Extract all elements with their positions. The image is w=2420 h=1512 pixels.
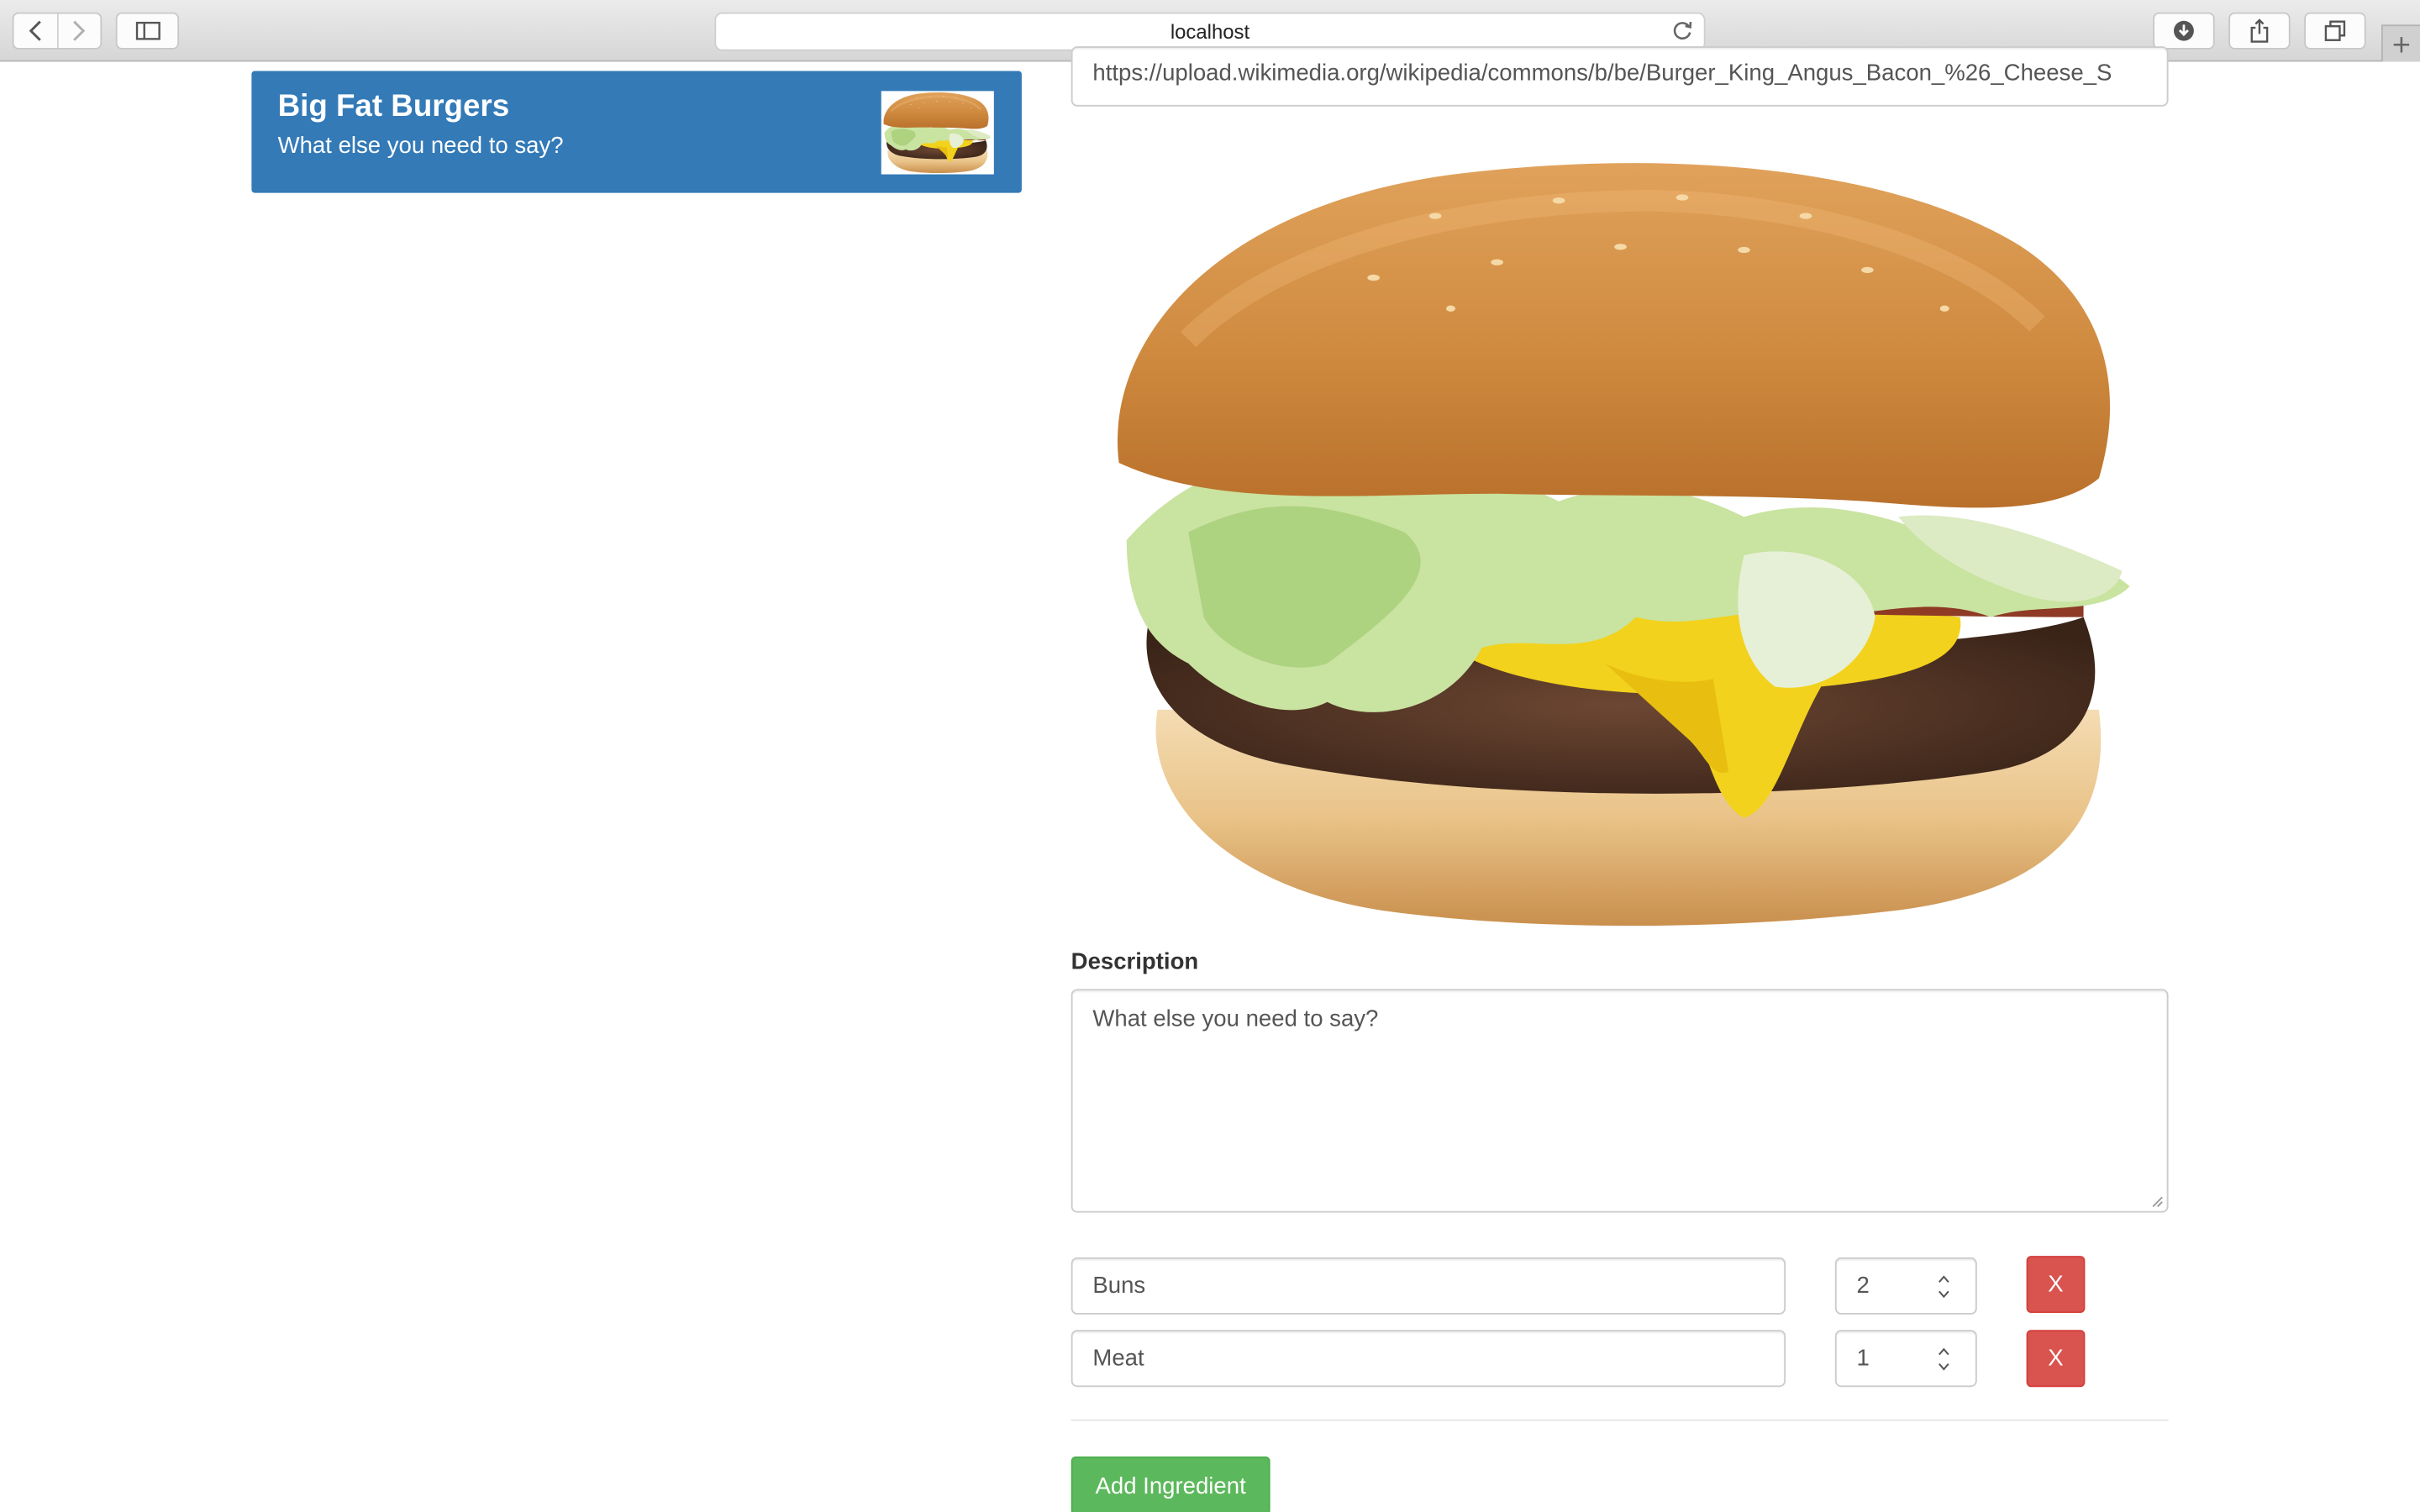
reload-icon[interactable] xyxy=(1670,18,1694,43)
forward-button[interactable] xyxy=(56,13,100,48)
ingredient-name-input[interactable]: Meat xyxy=(1071,1330,1786,1388)
address-text: localhost xyxy=(1170,19,1250,44)
remove-ingredient-button[interactable]: X xyxy=(2026,1330,2086,1388)
ingredient-amount-input[interactable]: 1 xyxy=(1834,1330,1977,1388)
number-spinner-icon[interactable] xyxy=(1937,1273,1951,1300)
recipe-list-item[interactable]: Big Fat Burgers What else you need to sa… xyxy=(251,71,1022,193)
resize-grip-icon[interactable] xyxy=(2151,1195,2164,1208)
sidebar-icon xyxy=(134,21,160,40)
recipe-description: What else you need to say? xyxy=(277,132,564,160)
new-tab-button[interactable] xyxy=(2381,24,2420,62)
ingredient-amount-input[interactable]: 2 xyxy=(1834,1257,1977,1315)
tabs-overview-button[interactable] xyxy=(2304,12,2366,50)
description-label: Description xyxy=(1071,948,1199,975)
recipe-thumbnail xyxy=(881,91,994,175)
back-arrow-icon xyxy=(29,20,41,41)
number-spinner-icon[interactable] xyxy=(1937,1346,1951,1373)
back-button[interactable] xyxy=(14,14,57,48)
image-url-value: https://upload.wikimedia.org/wikipedia/c… xyxy=(1092,60,2112,87)
downloads-button[interactable] xyxy=(2153,12,2215,50)
image-url-input[interactable]: https://upload.wikimedia.org/wikipedia/c… xyxy=(1071,46,2169,107)
burger-photo xyxy=(1096,155,2160,934)
burger-photo xyxy=(882,91,992,175)
add-ingredient-button[interactable]: Add Ingredient xyxy=(1071,1456,1270,1512)
plus-icon xyxy=(2393,36,2410,52)
ingredient-name-value: Buns xyxy=(1092,1273,1146,1299)
share-button[interactable] xyxy=(2228,12,2291,50)
divider xyxy=(1071,1419,2169,1421)
download-icon xyxy=(2173,20,2194,41)
address-bar[interactable]: localhost xyxy=(714,12,1706,51)
ingredient-amount-value: 2 xyxy=(1856,1273,1870,1299)
nav-buttons xyxy=(12,12,103,50)
recipe-title: Big Fat Burgers xyxy=(277,89,510,123)
description-textarea[interactable]: What else you need to say? xyxy=(1071,989,2169,1213)
sidebar-toggle-button[interactable] xyxy=(115,12,180,50)
ingredient-name-input[interactable]: Buns xyxy=(1071,1257,1786,1315)
remove-ingredient-button[interactable]: X xyxy=(2026,1256,2086,1314)
description-value: What else you need to say? xyxy=(1092,1005,1379,1032)
forward-arrow-icon xyxy=(73,20,86,41)
share-icon xyxy=(2250,18,2269,43)
ingredient-name-value: Meat xyxy=(1092,1345,1144,1372)
ingredient-amount-value: 1 xyxy=(1856,1345,1870,1372)
tabs-icon xyxy=(2324,20,2346,41)
